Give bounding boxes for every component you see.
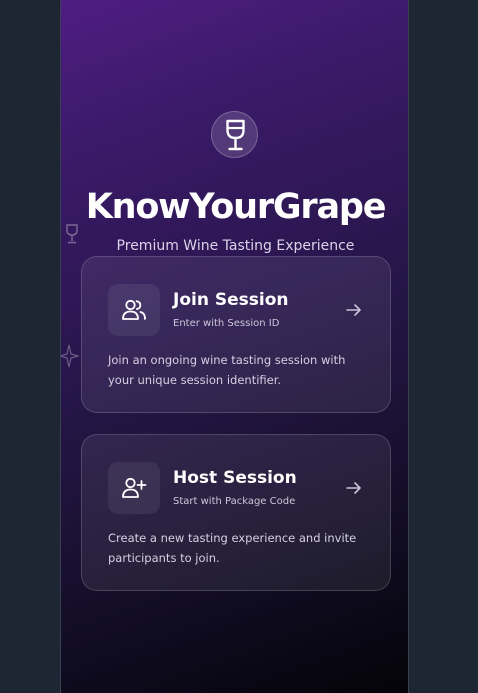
users-icon [122, 299, 146, 320]
join-session-title: Join Session [173, 290, 289, 310]
host-session-card[interactable]: Host Session Start with Package Code Cre… [81, 434, 391, 591]
host-session-description: Create a new tasting experience and invi… [108, 531, 357, 565]
app-subtitle: Premium Wine Tasting Experience [116, 238, 355, 254]
app-logo [211, 111, 258, 158]
user-plus-icon [122, 477, 147, 498]
host-session-icon-tile [108, 462, 160, 514]
arrow-right-icon [345, 479, 363, 501]
join-session-card[interactable]: Join Session Enter with Session ID Join … [81, 256, 391, 413]
join-session-subtitle: Enter with Session ID [173, 318, 280, 329]
host-session-title: Host Session [173, 468, 297, 488]
arrow-right-icon [345, 301, 363, 323]
join-session-icon-tile [108, 284, 160, 336]
join-session-description: Join an ongoing wine tasting session wit… [108, 353, 346, 387]
background-sparkle-icon [61, 344, 81, 372]
wine-glass-icon [226, 119, 245, 151]
app-frame: KnowYourGrape Premium Wine Tasting Exper… [60, 0, 409, 693]
app-title: KnowYourGrape [85, 187, 387, 227]
host-session-subtitle: Start with Package Code [173, 496, 296, 507]
